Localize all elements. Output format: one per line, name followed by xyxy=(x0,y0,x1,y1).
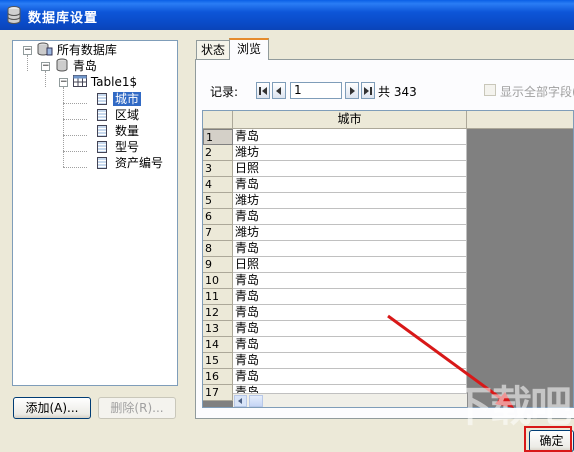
ok-button[interactable]: 确定 xyxy=(529,430,574,452)
watermark-logo: 下载吧 xyxy=(449,382,572,431)
tab-browse[interactable]: 浏览 xyxy=(229,38,269,60)
